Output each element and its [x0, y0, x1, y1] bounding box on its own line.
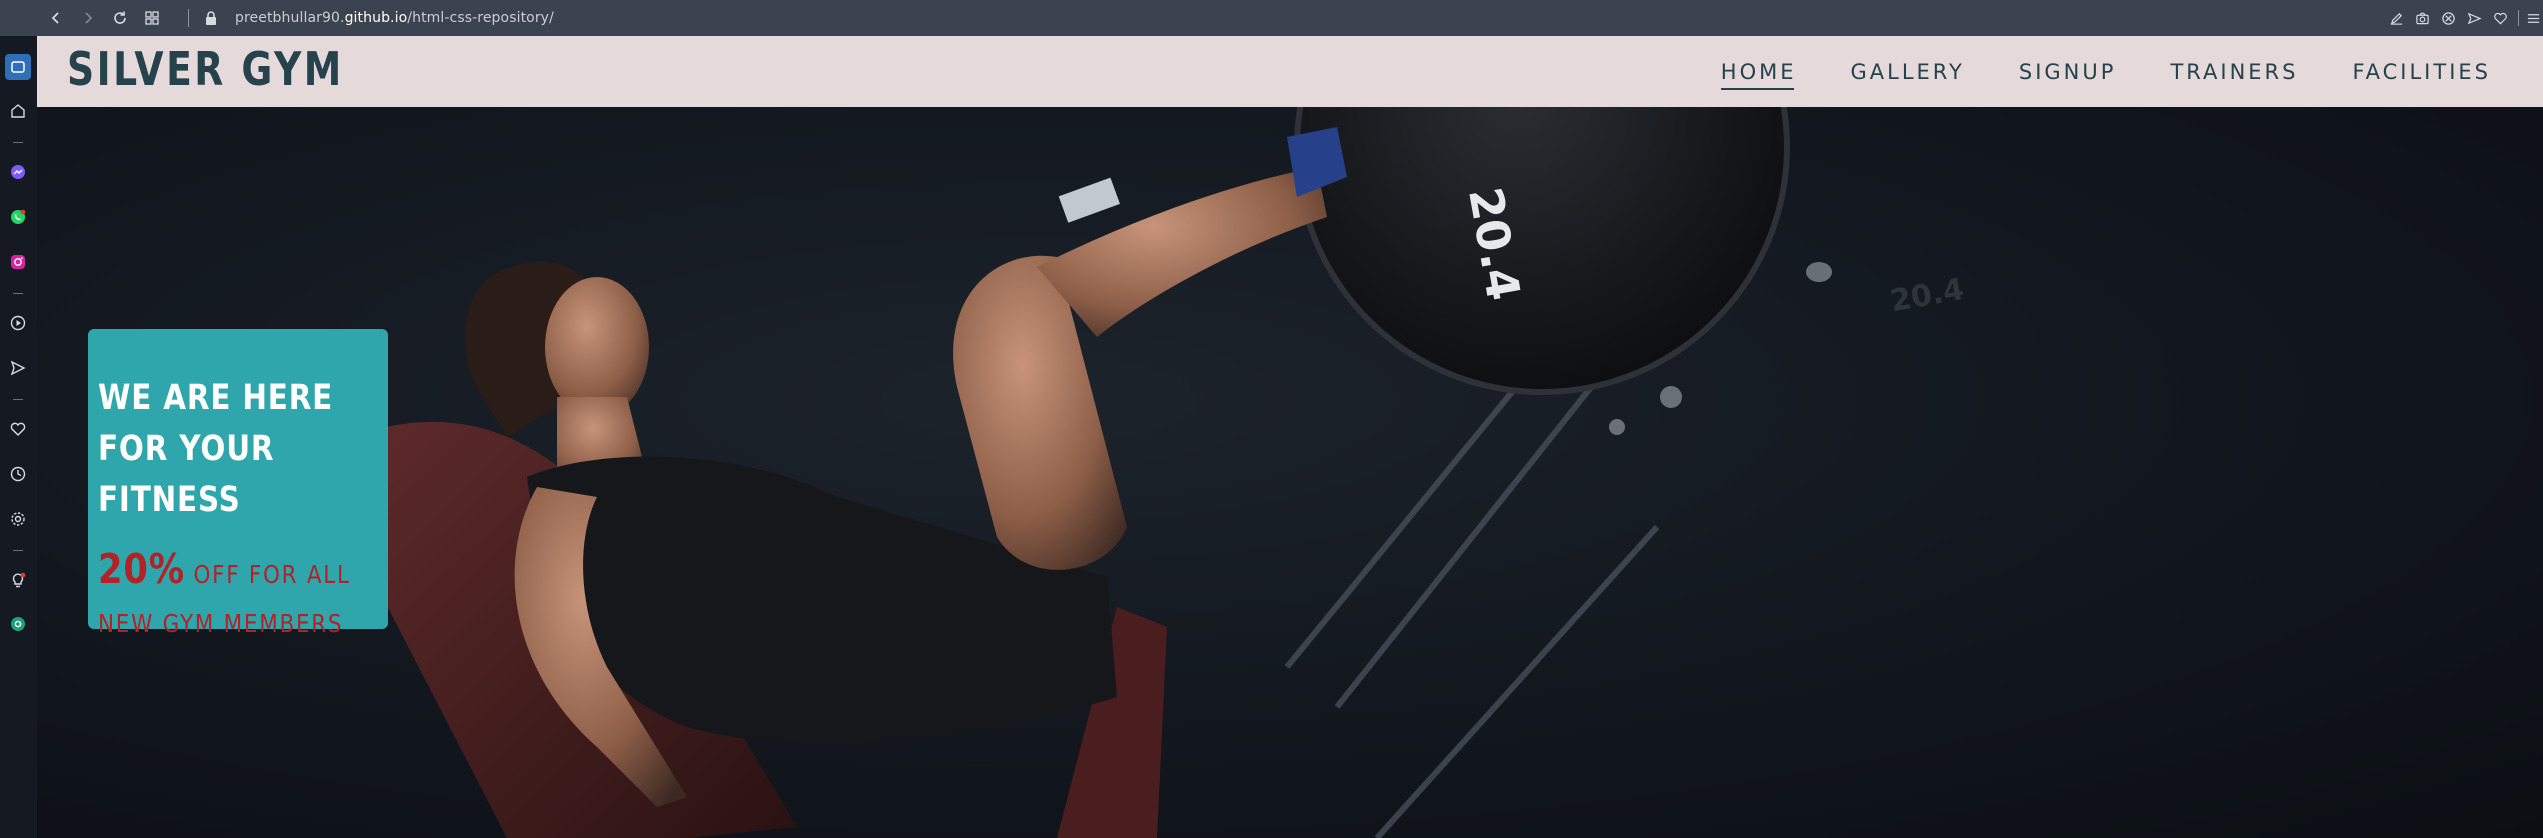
- site-logo[interactable]: SILVER GYM: [67, 42, 344, 96]
- tips-bulb-icon[interactable]: [5, 567, 31, 593]
- edit-icon[interactable]: [2383, 0, 2409, 36]
- nav-gallery[interactable]: GALLERY: [1851, 60, 1965, 84]
- whatsapp-icon[interactable]: [5, 204, 31, 230]
- promo-offer: 20% OFF FOR ALL NEW GYM MEMBERS: [98, 546, 382, 650]
- sidebar-divider: [13, 142, 23, 143]
- nav-signup[interactable]: SIGNUP: [2019, 60, 2117, 84]
- hero-section: 20.4 20.4 WE ARE HERE FOR YOUR FITNESS 2…: [37, 107, 2543, 838]
- forward-icon[interactable]: [72, 0, 104, 36]
- adblock-icon[interactable]: [2435, 0, 2461, 36]
- back-icon[interactable]: [40, 0, 72, 36]
- main-nav: HOME GALLERY SIGNUP TRAINERS FACILITIES: [1720, 36, 2543, 107]
- promo-text-line2: NEW GYM MEMBERS: [98, 609, 344, 638]
- site-header: SILVER GYM HOME GALLERY SIGNUP TRAINERS …: [37, 36, 2543, 107]
- instagram-icon[interactable]: [5, 249, 31, 275]
- url-text[interactable]: preetbhullar90.github.io/html-css-reposi…: [235, 10, 554, 26]
- promo-box: WE ARE HERE FOR YOUR FITNESS 20% OFF FOR…: [88, 329, 388, 638]
- lock-icon[interactable]: [203, 10, 219, 26]
- messenger-icon[interactable]: [5, 159, 31, 185]
- send-sidebar-icon[interactable]: [5, 355, 31, 381]
- camera-icon[interactable]: [2409, 0, 2435, 36]
- sidebar-divider: [13, 399, 23, 400]
- player-icon[interactable]: [5, 310, 31, 336]
- home-workspace-icon[interactable]: [5, 54, 31, 80]
- promo-percent: 20%: [98, 545, 185, 593]
- address-bar[interactable]: preetbhullar90.github.io/html-css-reposi…: [188, 0, 554, 36]
- nav-trainers[interactable]: TRAINERS: [2170, 60, 2298, 84]
- send-icon[interactable]: [2461, 0, 2487, 36]
- nav-home[interactable]: HOME: [1720, 60, 1797, 90]
- nav-facilities[interactable]: FACILITIES: [2352, 60, 2491, 84]
- promo-title: WE ARE HERE FOR YOUR FITNESS: [98, 378, 334, 520]
- browser-toolbar: preetbhullar90.github.io/html-css-reposi…: [0, 0, 2543, 36]
- bookmarks-heart-icon[interactable]: [5, 416, 31, 442]
- heart-icon[interactable]: [2487, 0, 2513, 36]
- amazon-icon[interactable]: [5, 611, 31, 637]
- tabs-grid-icon[interactable]: [136, 0, 168, 36]
- sidebar-divider: [13, 293, 23, 294]
- hero-background-image: 20.4 20.4: [367, 107, 1967, 838]
- toolbar-divider-right: [2513, 0, 2523, 36]
- toolbar-divider: [188, 9, 189, 27]
- browser-sidebar: [0, 36, 37, 838]
- sidebar-divider: [13, 550, 23, 551]
- plate-weight-label-faint: 20.4: [1888, 272, 1967, 319]
- reload-icon[interactable]: [104, 0, 136, 36]
- promo-text-line1: OFF FOR ALL: [184, 560, 351, 589]
- history-clock-icon[interactable]: [5, 461, 31, 487]
- menu-icon[interactable]: [2523, 0, 2543, 36]
- home-icon[interactable]: [5, 98, 31, 124]
- settings-gear-icon[interactable]: [5, 506, 31, 532]
